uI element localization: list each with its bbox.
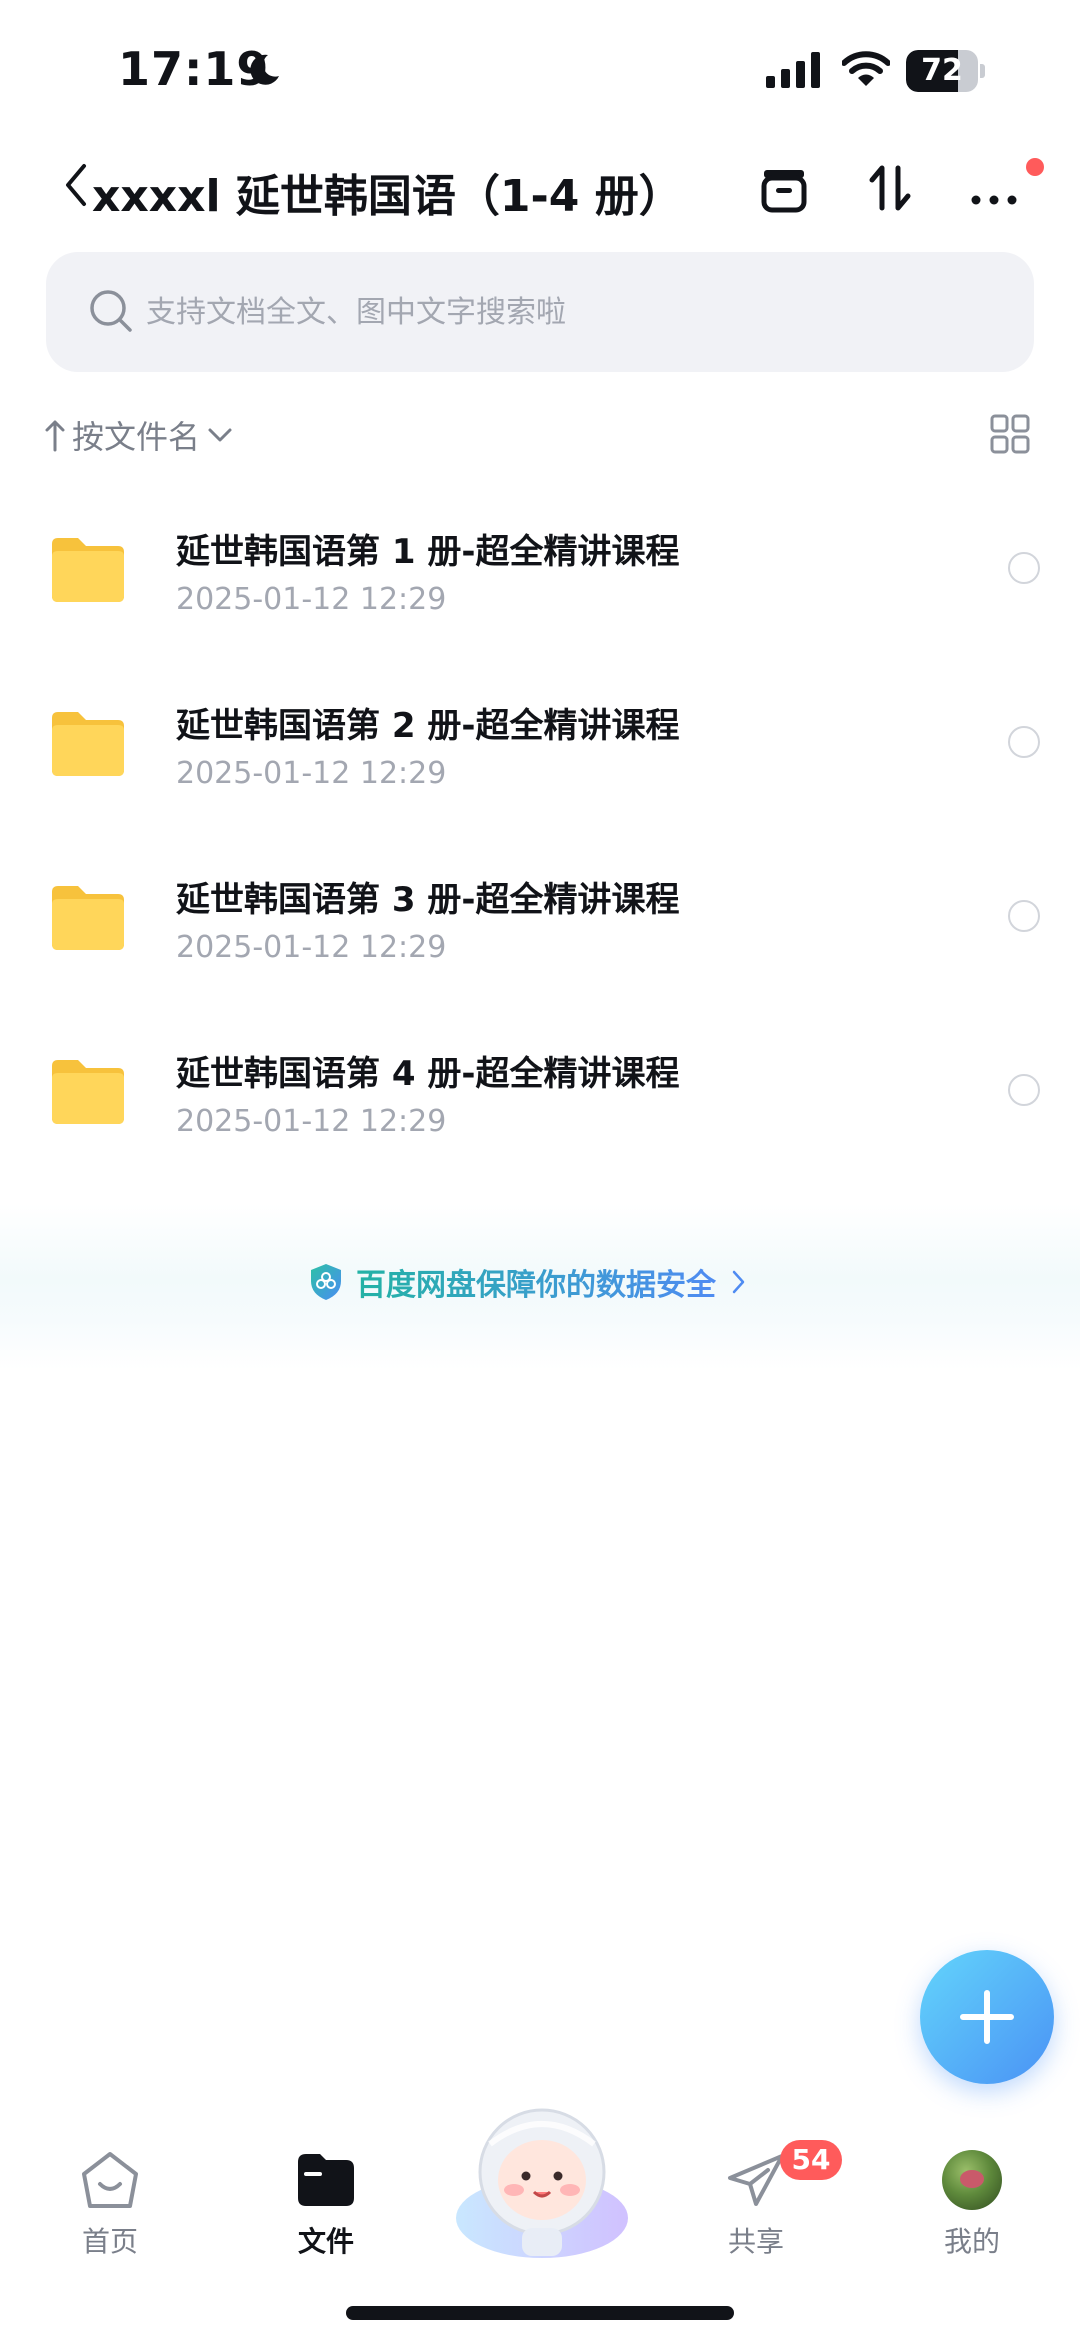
file-date: 2025-01-12 12:29 xyxy=(176,582,447,617)
file-date: 2025-01-12 12:29 xyxy=(176,930,447,965)
folder-icon xyxy=(48,708,128,782)
folder-icon xyxy=(298,2154,354,2206)
folder-icon xyxy=(48,882,128,956)
home-indicator xyxy=(346,2306,734,2320)
grid-icon xyxy=(990,414,1030,454)
sort-label: 按文件名 xyxy=(72,418,201,456)
file-name: 延世韩国语第 3 册-超全精讲课程 xyxy=(176,880,680,920)
file-date: 2025-01-12 12:29 xyxy=(176,756,447,791)
security-banner-text: 百度网盘保障你的数据安全 xyxy=(356,1260,716,1304)
moon-icon xyxy=(246,52,282,92)
search-input[interactable] xyxy=(146,252,1006,372)
select-checkbox[interactable] xyxy=(1008,1074,1040,1106)
status-bar: 17:19 72 xyxy=(0,0,1080,140)
back-chevron-icon xyxy=(66,164,86,206)
nav-home[interactable]: 首页 xyxy=(50,2150,170,2260)
search-bar[interactable] xyxy=(46,252,1034,372)
list-item[interactable]: 延世韩国语第 2 册-超全精讲课程 2025-01-12 12:29 xyxy=(0,654,1080,828)
folder-icon xyxy=(48,534,128,608)
file-date: 2025-01-12 12:29 xyxy=(176,1104,447,1139)
sort-button[interactable] xyxy=(862,160,926,224)
share-badge: 54 xyxy=(780,2140,842,2180)
file-name: 延世韩国语第 1 册-超全精讲课程 xyxy=(176,532,680,572)
list-item[interactable]: 延世韩国语第 4 册-超全精讲课程 2025-01-12 12:29 xyxy=(0,1002,1080,1176)
add-button[interactable] xyxy=(920,1950,1054,2084)
more-icon xyxy=(971,195,1017,205)
select-checkbox[interactable] xyxy=(1008,726,1040,758)
notification-dot xyxy=(1026,158,1044,176)
security-banner[interactable]: 百度网盘保障你的数据安全 xyxy=(0,1204,1080,1370)
nav-files[interactable]: 文件 xyxy=(266,2150,386,2260)
battery-level: 72 xyxy=(921,53,963,88)
avatar xyxy=(942,2150,1002,2210)
wifi-icon xyxy=(841,50,891,92)
nav-files-label: 文件 xyxy=(297,2225,354,2258)
nav-share-label: 共享 xyxy=(727,2225,784,2258)
box-icon xyxy=(761,170,807,213)
page-title: xxxxl 延世韩国语（1-4 册） xyxy=(92,171,683,222)
chevron-right-icon xyxy=(732,1270,745,1294)
chevron-down-icon xyxy=(208,428,232,442)
nav-mine[interactable]: 我的 xyxy=(912,2150,1032,2260)
shield-icon xyxy=(311,1264,341,1300)
folder-icon xyxy=(48,1056,128,1130)
select-checkbox[interactable] xyxy=(1008,900,1040,932)
home-icon xyxy=(82,2152,138,2208)
header: xxxxl 延世韩国语（1-4 册） xyxy=(0,150,1080,230)
search-icon xyxy=(88,288,134,338)
grid-view-toggle[interactable] xyxy=(990,414,1030,454)
signal-icon xyxy=(766,52,822,92)
more-button[interactable] xyxy=(966,160,1030,224)
paper-plane-icon xyxy=(728,2154,784,2206)
file-name: 延世韩国语第 4 册-超全精讲课程 xyxy=(176,1054,680,1094)
sort-arrows-icon xyxy=(869,165,911,211)
select-checkbox[interactable] xyxy=(1008,552,1040,584)
box-button[interactable] xyxy=(756,160,820,224)
plus-icon xyxy=(960,1990,1014,2044)
file-list: 延世韩国语第 1 册-超全精讲课程 2025-01-12 12:29 延世韩国语… xyxy=(0,480,1080,1176)
arrow-up-icon xyxy=(45,420,65,452)
nav-mine-label: 我的 xyxy=(943,2225,1000,2258)
battery-icon: 72 xyxy=(906,50,985,92)
list-item[interactable]: 延世韩国语第 3 册-超全精讲课程 2025-01-12 12:29 xyxy=(0,828,1080,1002)
list-item[interactable]: 延世韩国语第 1 册-超全精讲课程 2025-01-12 12:29 xyxy=(0,480,1080,654)
nav-home-label: 首页 xyxy=(81,2225,138,2258)
sort-selector[interactable]: 按文件名 xyxy=(44,410,234,460)
file-name: 延世韩国语第 2 册-超全精讲课程 xyxy=(176,706,680,746)
